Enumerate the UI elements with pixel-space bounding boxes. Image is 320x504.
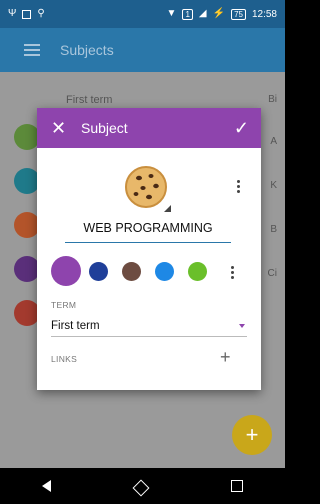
picker-corner-indicator [164, 205, 171, 212]
close-icon[interactable]: ✕ [51, 119, 69, 137]
phone-screen: Ψ ⚲ ▼ 1 ◢ ⚡ 75 12:58 Subjects First term… [0, 0, 285, 504]
color-picker [51, 256, 251, 288]
usb-icon: Ψ [8, 8, 17, 19]
color-swatch-selected[interactable] [51, 256, 81, 286]
links-label: LINKS [51, 354, 78, 364]
recents-icon[interactable] [231, 480, 243, 492]
term-label: TERM [51, 300, 77, 310]
app-title: Subjects [60, 42, 114, 58]
more-vert-icon[interactable] [237, 180, 241, 193]
dropdown-arrow-icon [239, 324, 245, 328]
wifi-icon: ▼ [166, 8, 177, 19]
list-item-label: A [270, 136, 277, 147]
clock: 12:58 [251, 8, 277, 20]
add-subject-fab[interactable]: + [232, 415, 272, 455]
status-bar: Ψ ⚲ ▼ 1 ◢ ⚡ 75 12:58 [0, 0, 285, 28]
add-icon[interactable]: + [220, 348, 231, 366]
sim-indicator: 1 [182, 8, 193, 20]
signal-icon: ◢ [198, 8, 207, 19]
dialog-title: Subject [81, 120, 128, 136]
subject-icon-picker[interactable] [123, 164, 171, 212]
app-bar: Subjects [0, 28, 285, 72]
term-dropdown[interactable]: First term [51, 316, 247, 337]
color-swatch[interactable] [89, 262, 108, 281]
dialog-toolbar: ✕ Subject ✓ [37, 108, 261, 148]
battery-level: 75 [231, 8, 246, 20]
home-icon[interactable] [132, 479, 150, 497]
screenshot-icon [22, 9, 32, 19]
term-header: First term [66, 94, 113, 106]
color-swatch[interactable] [122, 262, 141, 281]
list-item-label: Bi [268, 94, 277, 105]
list-item-label: B [270, 224, 277, 235]
term-value: First term [51, 320, 100, 332]
system-nav-bar [0, 468, 285, 504]
color-swatch[interactable] [155, 262, 174, 281]
subject-dialog: ✕ Subject ✓ WEB PROGRAMMING TERM First t… [37, 108, 261, 390]
more-colors-icon[interactable] [231, 266, 234, 279]
subject-name-input[interactable]: WEB PROGRAMMING [65, 218, 231, 243]
color-swatch[interactable] [188, 262, 207, 281]
list-item-label: K [270, 180, 277, 191]
location-icon: ⚲ [37, 8, 45, 19]
check-icon[interactable]: ✓ [234, 119, 249, 137]
charging-icon: ⚡ [212, 8, 226, 19]
add-icon: + [245, 422, 259, 447]
menu-icon[interactable] [24, 44, 40, 56]
list-item-label: Ci [267, 268, 277, 279]
back-icon[interactable] [42, 480, 51, 492]
